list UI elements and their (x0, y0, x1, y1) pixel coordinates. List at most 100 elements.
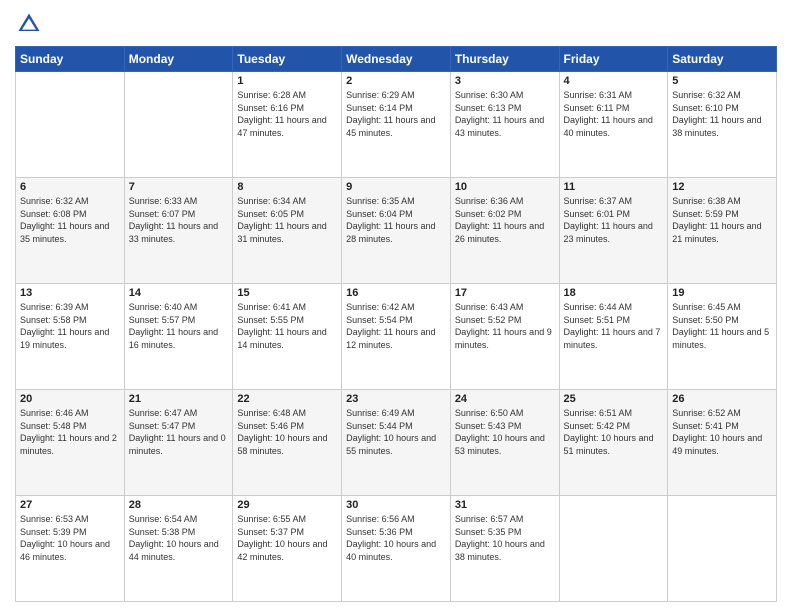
calendar-cell: 18Sunrise: 6:44 AM Sunset: 5:51 PM Dayli… (559, 284, 668, 390)
day-info: Sunrise: 6:32 AM Sunset: 6:08 PM Dayligh… (20, 195, 120, 245)
day-info: Sunrise: 6:51 AM Sunset: 5:42 PM Dayligh… (564, 407, 664, 457)
day-info: Sunrise: 6:43 AM Sunset: 5:52 PM Dayligh… (455, 301, 555, 351)
calendar-cell: 31 Sunrise: 6:57 AM Sunset: 5:35 PM Dayli… (450, 496, 559, 602)
calendar-cell: 20Sunrise: 6:46 AM Sunset: 5:48 PM Dayli… (16, 390, 125, 496)
day-number: 6 (20, 181, 120, 193)
calendar-cell: 2 Sunrise: 6:29 AM Sunset: 6:14 PM Daylig… (342, 72, 451, 178)
day-info: Sunrise: 6:38 AM Sunset: 5:59 PM Dayligh… (672, 195, 772, 245)
day-info: Sunrise: 6:37 AM Sunset: 6:01 PM Dayligh… (564, 195, 664, 245)
calendar-cell (668, 496, 777, 602)
calendar-cell: 28 Sunrise: 6:54 AM Sunset: 5:38 PM Dayli… (124, 496, 233, 602)
calendar-week-row: 27 Sunrise: 6:53 AM Sunset: 5:39 PM Dayli… (16, 496, 777, 602)
calendar-cell: 12 Sunrise: 6:38 AM Sunset: 5:59 PM Dayli… (668, 178, 777, 284)
day-info: Sunrise: 6:42 AM Sunset: 5:54 PM Dayligh… (346, 301, 446, 351)
day-info: Sunrise: 6:56 AM Sunset: 5:36 PM Dayligh… (346, 513, 446, 563)
calendar-cell: 14Sunrise: 6:40 AM Sunset: 5:57 PM Dayli… (124, 284, 233, 390)
day-info: Sunrise: 6:47 AM Sunset: 5:47 PM Dayligh… (129, 407, 229, 457)
day-info: Sunrise: 6:40 AM Sunset: 5:57 PM Dayligh… (129, 301, 229, 351)
logo (15, 10, 47, 38)
calendar-cell: 19 Sunrise: 6:45 AM Sunset: 5:50 PM Dayli… (668, 284, 777, 390)
day-info: Sunrise: 6:28 AM Sunset: 6:16 PM Dayligh… (237, 89, 337, 139)
day-number: 17 (455, 287, 555, 299)
day-info: Sunrise: 6:34 AM Sunset: 6:05 PM Dayligh… (237, 195, 337, 245)
calendar-cell: 6 Sunrise: 6:32 AM Sunset: 6:08 PM Daylig… (16, 178, 125, 284)
day-info: Sunrise: 6:53 AM Sunset: 5:39 PM Dayligh… (20, 513, 120, 563)
day-number: 16 (346, 287, 446, 299)
calendar-cell: 7 Sunrise: 6:33 AM Sunset: 6:07 PM Daylig… (124, 178, 233, 284)
weekday-header: Saturday (668, 47, 777, 72)
day-info: Sunrise: 6:54 AM Sunset: 5:38 PM Dayligh… (129, 513, 229, 563)
day-number: 21 (129, 393, 229, 405)
page: SundayMondayTuesdayWednesdayThursdayFrid… (0, 0, 792, 612)
day-number: 7 (129, 181, 229, 193)
day-number: 11 (564, 181, 664, 193)
day-info: Sunrise: 6:29 AM Sunset: 6:14 PM Dayligh… (346, 89, 446, 139)
day-info: Sunrise: 6:57 AM Sunset: 5:35 PM Dayligh… (455, 513, 555, 563)
day-number: 31 (455, 499, 555, 511)
calendar-cell: 22 Sunrise: 6:48 AM Sunset: 5:46 PM Dayli… (233, 390, 342, 496)
day-number: 8 (237, 181, 337, 193)
day-info: Sunrise: 6:50 AM Sunset: 5:43 PM Dayligh… (455, 407, 555, 457)
calendar-cell: 1Sunrise: 6:28 AM Sunset: 6:16 PM Daylig… (233, 72, 342, 178)
calendar-cell (124, 72, 233, 178)
calendar-cell: 29 Sunrise: 6:55 AM Sunset: 5:37 PM Dayli… (233, 496, 342, 602)
day-info: Sunrise: 6:48 AM Sunset: 5:46 PM Dayligh… (237, 407, 337, 457)
calendar-cell: 11 Sunrise: 6:37 AM Sunset: 6:01 PM Dayli… (559, 178, 668, 284)
day-info: Sunrise: 6:33 AM Sunset: 6:07 PM Dayligh… (129, 195, 229, 245)
header (15, 10, 777, 38)
day-info: Sunrise: 6:41 AM Sunset: 5:55 PM Dayligh… (237, 301, 337, 351)
calendar-cell: 16 Sunrise: 6:42 AM Sunset: 5:54 PM Dayli… (342, 284, 451, 390)
day-number: 13 (20, 287, 120, 299)
calendar-cell: 5 Sunrise: 6:32 AM Sunset: 6:10 PM Daylig… (668, 72, 777, 178)
calendar-cell: 17 Sunrise: 6:43 AM Sunset: 5:52 PM Dayli… (450, 284, 559, 390)
day-info: Sunrise: 6:45 AM Sunset: 5:50 PM Dayligh… (672, 301, 772, 351)
day-number: 29 (237, 499, 337, 511)
calendar-cell: 10 Sunrise: 6:36 AM Sunset: 6:02 PM Dayli… (450, 178, 559, 284)
day-number: 22 (237, 393, 337, 405)
calendar-cell: 3Sunrise: 6:30 AM Sunset: 6:13 PM Daylig… (450, 72, 559, 178)
day-number: 10 (455, 181, 555, 193)
day-info: Sunrise: 6:31 AM Sunset: 6:11 PM Dayligh… (564, 89, 664, 139)
day-info: Sunrise: 6:39 AM Sunset: 5:58 PM Dayligh… (20, 301, 120, 351)
day-info: Sunrise: 6:35 AM Sunset: 6:04 PM Dayligh… (346, 195, 446, 245)
day-number: 30 (346, 499, 446, 511)
calendar-cell: 15Sunrise: 6:41 AM Sunset: 5:55 PM Dayli… (233, 284, 342, 390)
day-info: Sunrise: 6:30 AM Sunset: 6:13 PM Dayligh… (455, 89, 555, 139)
day-info: Sunrise: 6:49 AM Sunset: 5:44 PM Dayligh… (346, 407, 446, 457)
calendar-week-row: 20Sunrise: 6:46 AM Sunset: 5:48 PM Dayli… (16, 390, 777, 496)
calendar-cell: 23 Sunrise: 6:49 AM Sunset: 5:44 PM Dayli… (342, 390, 451, 496)
day-number: 23 (346, 393, 446, 405)
weekday-header: Friday (559, 47, 668, 72)
day-number: 20 (20, 393, 120, 405)
day-info: Sunrise: 6:55 AM Sunset: 5:37 PM Dayligh… (237, 513, 337, 563)
calendar-cell: 27 Sunrise: 6:53 AM Sunset: 5:39 PM Dayli… (16, 496, 125, 602)
day-number: 12 (672, 181, 772, 193)
calendar-table: SundayMondayTuesdayWednesdayThursdayFrid… (15, 46, 777, 602)
calendar-cell (16, 72, 125, 178)
day-number: 25 (564, 393, 664, 405)
calendar-week-row: 13 Sunrise: 6:39 AM Sunset: 5:58 PM Dayli… (16, 284, 777, 390)
day-info: Sunrise: 6:44 AM Sunset: 5:51 PM Dayligh… (564, 301, 664, 351)
day-number: 24 (455, 393, 555, 405)
generalblue-logo-icon (15, 10, 43, 38)
weekday-header: Monday (124, 47, 233, 72)
calendar-cell: 26Sunrise: 6:52 AM Sunset: 5:41 PM Dayli… (668, 390, 777, 496)
day-number: 27 (20, 499, 120, 511)
day-number: 28 (129, 499, 229, 511)
weekday-header: Thursday (450, 47, 559, 72)
calendar-cell: 8 Sunrise: 6:34 AM Sunset: 6:05 PM Daylig… (233, 178, 342, 284)
weekday-header: Wednesday (342, 47, 451, 72)
weekday-header: Sunday (16, 47, 125, 72)
day-number: 5 (672, 75, 772, 87)
calendar-cell: 24 Sunrise: 6:50 AM Sunset: 5:43 PM Dayli… (450, 390, 559, 496)
calendar-cell: 4Sunrise: 6:31 AM Sunset: 6:11 PM Daylig… (559, 72, 668, 178)
calendar-week-row: 6 Sunrise: 6:32 AM Sunset: 6:08 PM Daylig… (16, 178, 777, 284)
day-number: 2 (346, 75, 446, 87)
day-info: Sunrise: 6:32 AM Sunset: 6:10 PM Dayligh… (672, 89, 772, 139)
calendar-cell: 13 Sunrise: 6:39 AM Sunset: 5:58 PM Dayli… (16, 284, 125, 390)
day-info: Sunrise: 6:36 AM Sunset: 6:02 PM Dayligh… (455, 195, 555, 245)
calendar-week-row: 1Sunrise: 6:28 AM Sunset: 6:16 PM Daylig… (16, 72, 777, 178)
day-number: 19 (672, 287, 772, 299)
day-number: 26 (672, 393, 772, 405)
calendar-cell (559, 496, 668, 602)
